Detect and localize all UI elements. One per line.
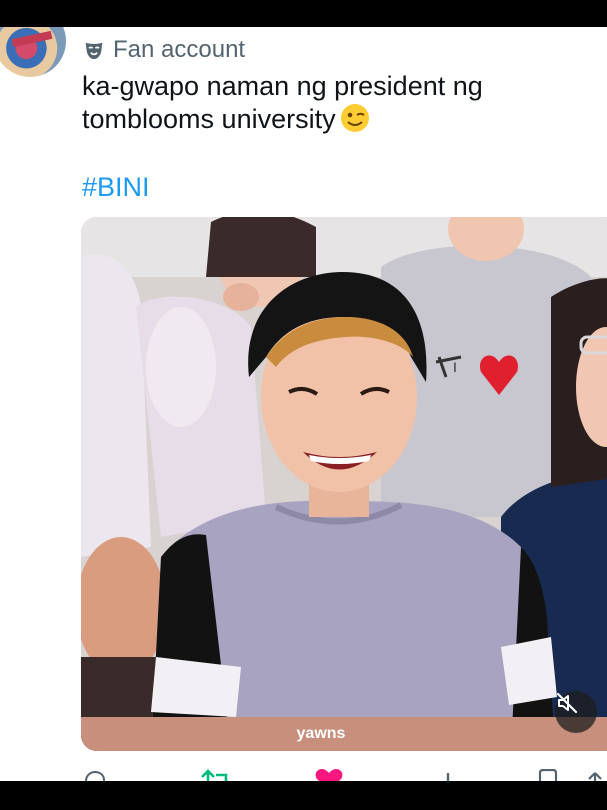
- views-icon: [439, 773, 450, 781]
- share-icon: [588, 772, 602, 781]
- mask-icon: [85, 42, 103, 60]
- media-caption: yawns: [296, 725, 346, 742]
- media-caption-bar: yawns: [81, 717, 607, 751]
- tweet-detail-screen: Fan account ka-gwapo naman ng president …: [0, 27, 607, 781]
- account-label-row: Fan account: [83, 35, 245, 65]
- tweet-text: ka-gwapo naman ng president ng tomblooms…: [82, 70, 582, 136]
- status-bar: [0, 0, 607, 27]
- navigation-bar: [0, 781, 607, 810]
- retweet-button[interactable]: [198, 769, 232, 781]
- heart-icon: [315, 769, 343, 781]
- share-button[interactable]: [584, 769, 606, 781]
- svg-text:I: I: [453, 359, 457, 375]
- bookmark-button[interactable]: [536, 769, 560, 781]
- views-button[interactable]: [438, 769, 462, 781]
- video-frame: I: [81, 217, 607, 751]
- tweet-video[interactable]: I yawns: [81, 217, 607, 751]
- avatar[interactable]: [0, 27, 66, 77]
- hashtag-link[interactable]: #BINI: [82, 172, 150, 203]
- muted-speaker-icon: [556, 692, 578, 714]
- retweet-icon: [201, 769, 228, 781]
- tweet-actions: [82, 769, 607, 781]
- reply-icon: [84, 770, 106, 781]
- reply-button[interactable]: [82, 769, 108, 781]
- tweet-body: ka-gwapo naman ng president ng tomblooms…: [82, 71, 483, 134]
- winking-face-emoji: [340, 104, 369, 132]
- bookmark-icon: [538, 769, 558, 781]
- fan-account-label: Fan account: [113, 36, 246, 63]
- mute-button[interactable]: [555, 691, 597, 733]
- like-button[interactable]: [314, 769, 344, 781]
